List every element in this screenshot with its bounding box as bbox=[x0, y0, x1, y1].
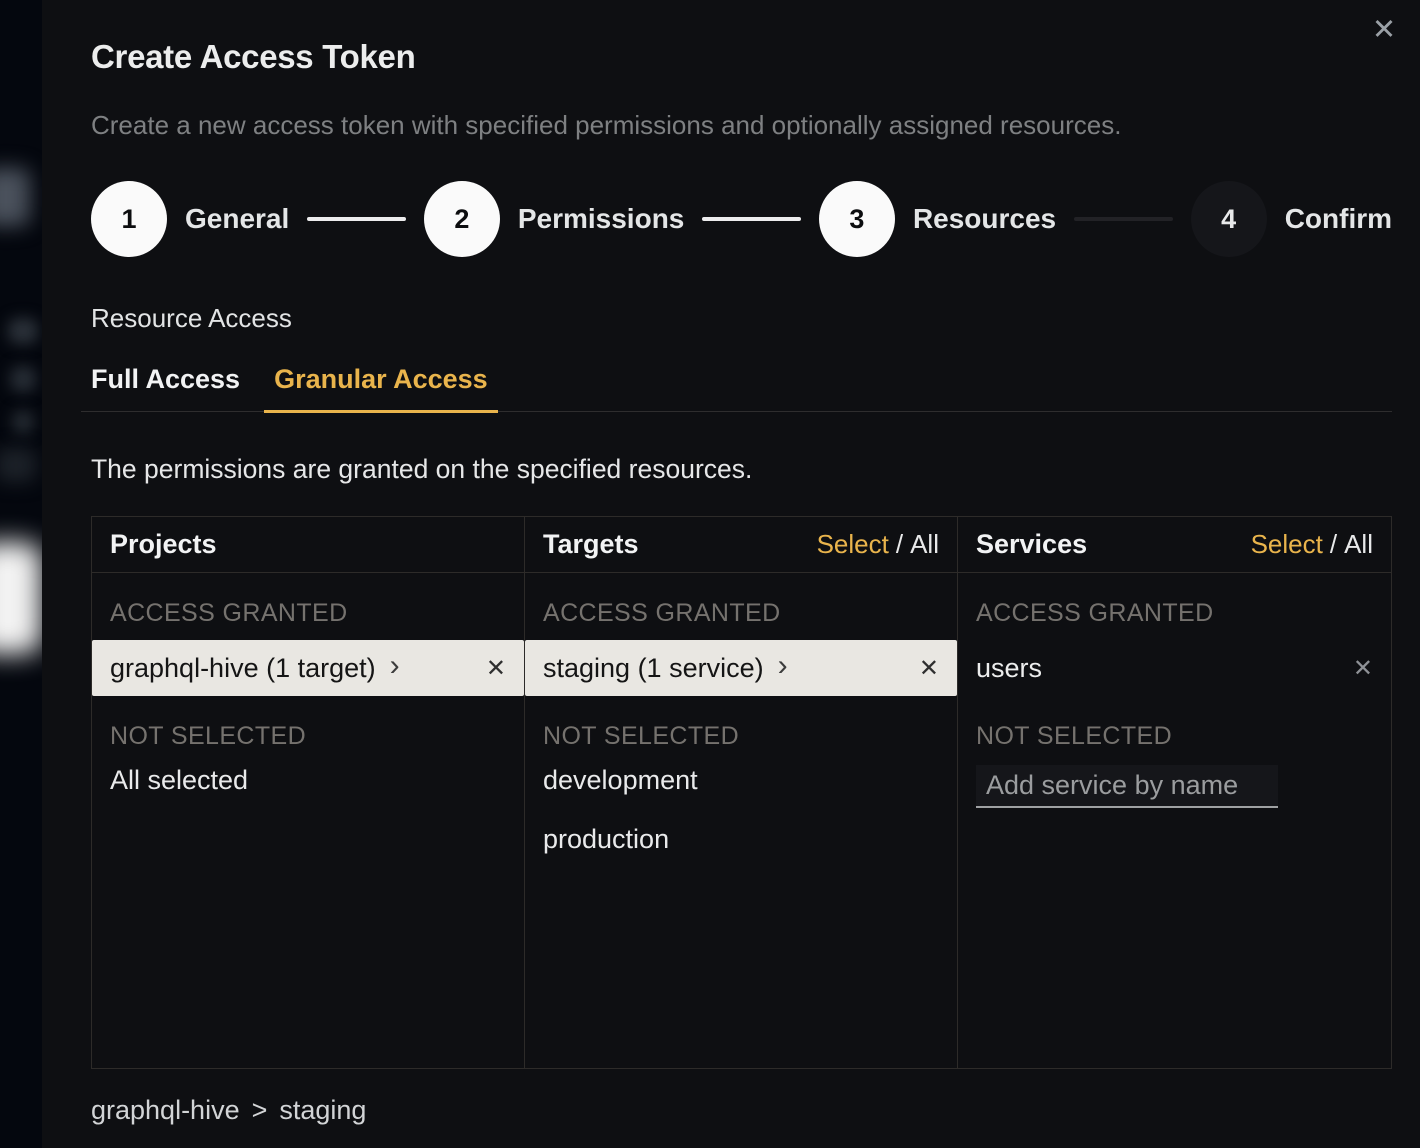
add-service-input[interactable] bbox=[976, 765, 1278, 808]
services-column-title: Services bbox=[976, 529, 1087, 560]
services-column-header: Services Select/All bbox=[958, 517, 1391, 573]
chevron-right-icon: › bbox=[778, 651, 788, 685]
step-label: Confirm bbox=[1285, 203, 1392, 235]
step-label: General bbox=[185, 203, 289, 235]
step-resources[interactable]: 3 Resources bbox=[819, 181, 1056, 257]
services-all-link[interactable]: All bbox=[1344, 529, 1373, 559]
modal-subtitle: Create a new access token with specified… bbox=[91, 110, 1392, 141]
step-label: Resources bbox=[913, 203, 1056, 235]
breadcrumb-separator: > bbox=[252, 1095, 268, 1126]
chevron-right-icon: › bbox=[390, 651, 400, 685]
project-row-label: graphql-hive (1 target) bbox=[110, 653, 376, 684]
background-blur-blob bbox=[0, 448, 36, 482]
step-number: 4 bbox=[1191, 181, 1267, 257]
breadcrumb-project: graphql-hive bbox=[91, 1095, 240, 1126]
breadcrumb-target: staging bbox=[279, 1095, 366, 1126]
background-blur-blob bbox=[8, 318, 38, 344]
projects-column-header: Projects bbox=[92, 517, 524, 573]
targets-select-link[interactable]: Select bbox=[817, 529, 889, 559]
step-connector bbox=[1074, 217, 1173, 221]
service-row-label: users bbox=[976, 653, 1042, 684]
projects-column: Projects ACCESS GRANTED graphql-hive (1 … bbox=[92, 517, 525, 1068]
breadcrumb: graphql-hive > staging bbox=[91, 1095, 1392, 1126]
tab-granular-access[interactable]: Granular Access bbox=[264, 364, 498, 413]
project-row-graphql-hive[interactable]: graphql-hive (1 target) › ✕ bbox=[92, 640, 524, 696]
step-number: 2 bbox=[424, 181, 500, 257]
step-confirm[interactable]: 4 Confirm bbox=[1191, 181, 1392, 257]
target-row-staging[interactable]: staging (1 service) › ✕ bbox=[525, 640, 957, 696]
resource-access-tabs: Full Access Granular Access bbox=[81, 364, 1392, 412]
target-option-development[interactable]: development bbox=[525, 751, 957, 810]
services-not-selected-label: NOT SELECTED bbox=[958, 696, 1391, 751]
resources-table: Projects ACCESS GRANTED graphql-hive (1 … bbox=[91, 516, 1392, 1069]
targets-select-all[interactable]: Select/All bbox=[817, 529, 939, 560]
projects-column-title: Projects bbox=[110, 529, 217, 560]
projects-all-selected-note: All selected bbox=[92, 751, 524, 810]
background-blur-blob bbox=[12, 410, 34, 434]
select-all-slash: / bbox=[1330, 529, 1337, 560]
step-number: 1 bbox=[91, 181, 167, 257]
remove-project-icon[interactable]: ✕ bbox=[486, 654, 506, 683]
remove-target-icon[interactable]: ✕ bbox=[919, 654, 939, 683]
stepper: 1 General 2 Permissions 3 Resources 4 Co… bbox=[91, 181, 1392, 257]
targets-access-granted-label: ACCESS GRANTED bbox=[525, 573, 957, 628]
resource-access-heading: Resource Access bbox=[91, 303, 1392, 334]
projects-access-granted-label: ACCESS GRANTED bbox=[92, 573, 524, 628]
service-row-users[interactable]: users ✕ bbox=[958, 640, 1391, 696]
targets-column: Targets Select/All ACCESS GRANTED stagin… bbox=[525, 517, 958, 1068]
background-blur-blob bbox=[0, 168, 30, 226]
services-column: Services Select/All ACCESS GRANTED users… bbox=[958, 517, 1391, 1068]
services-select-link[interactable]: Select bbox=[1251, 529, 1323, 559]
background-page bbox=[0, 0, 42, 1148]
targets-all-link[interactable]: All bbox=[910, 529, 939, 559]
targets-column-title: Targets bbox=[543, 529, 639, 560]
step-general[interactable]: 1 General bbox=[91, 181, 289, 257]
tab-full-access[interactable]: Full Access bbox=[81, 364, 250, 413]
target-option-production[interactable]: production bbox=[525, 810, 957, 869]
granular-access-description: The permissions are granted on the speci… bbox=[91, 454, 1392, 485]
targets-not-selected-label: NOT SELECTED bbox=[525, 696, 957, 751]
services-access-granted-label: ACCESS GRANTED bbox=[958, 573, 1391, 628]
create-access-token-modal: ✕ Create Access Token Create a new acces… bbox=[42, 0, 1420, 1148]
select-all-slash: / bbox=[896, 529, 903, 560]
step-permissions[interactable]: 2 Permissions bbox=[424, 181, 685, 257]
remove-service-icon[interactable]: ✕ bbox=[1353, 654, 1373, 683]
step-number: 3 bbox=[819, 181, 895, 257]
target-row-label: staging (1 service) bbox=[543, 653, 764, 684]
step-connector bbox=[702, 217, 801, 221]
services-select-all[interactable]: Select/All bbox=[1251, 529, 1373, 560]
modal-title: Create Access Token bbox=[91, 38, 1392, 76]
close-icon[interactable]: ✕ bbox=[1366, 12, 1402, 48]
background-blur-blob bbox=[10, 366, 36, 392]
background-blur-blob bbox=[0, 542, 42, 654]
step-connector bbox=[307, 217, 406, 221]
projects-not-selected-label: NOT SELECTED bbox=[92, 696, 524, 751]
targets-column-header: Targets Select/All bbox=[525, 517, 957, 573]
step-label: Permissions bbox=[518, 203, 685, 235]
